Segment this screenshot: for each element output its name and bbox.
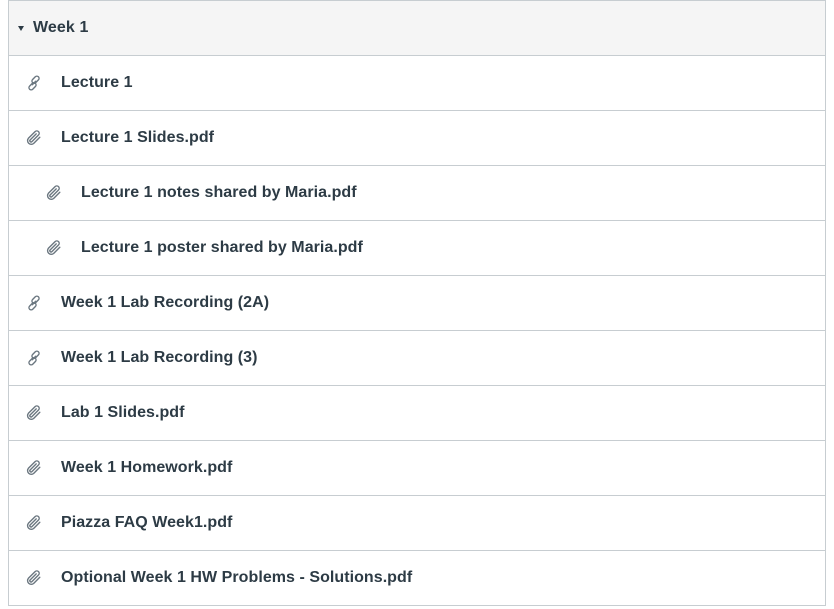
module-item[interactable]: Lab 1 Slides.pdf <box>9 386 825 441</box>
paperclip-icon <box>25 459 43 477</box>
module-item-link[interactable]: Week 1 Homework.pdf <box>61 459 232 477</box>
paperclip-icon <box>45 239 63 257</box>
paperclip-icon <box>25 514 43 532</box>
module-item-link[interactable]: Lab 1 Slides.pdf <box>61 404 185 422</box>
link-icon <box>25 74 43 92</box>
module-item-link[interactable]: Week 1 Lab Recording (2A) <box>61 294 269 312</box>
module-item-link[interactable]: Piazza FAQ Week1.pdf <box>61 514 232 532</box>
paperclip-icon <box>25 569 43 587</box>
paperclip-icon <box>45 184 63 202</box>
module-item-link[interactable]: Lecture 1 notes shared by Maria.pdf <box>81 184 357 202</box>
module-item[interactable]: Week 1 Lab Recording (2A) <box>9 276 825 331</box>
module-item[interactable]: Lecture 1 poster shared by Maria.pdf <box>9 221 825 276</box>
module-item[interactable]: Lecture 1 notes shared by Maria.pdf <box>9 166 825 221</box>
module-title: Week 1 <box>33 19 89 36</box>
module-item-link[interactable]: Lecture 1 poster shared by Maria.pdf <box>81 239 363 257</box>
module-week-1: Week 1 Lecture 1 Lecture 1 Slides.pdf Le… <box>8 0 826 606</box>
module-item-link[interactable]: Optional Week 1 HW Problems - Solutions.… <box>61 569 412 587</box>
link-icon <box>25 349 43 367</box>
module-item[interactable]: Piazza FAQ Week1.pdf <box>9 496 825 551</box>
module-item[interactable]: Week 1 Lab Recording (3) <box>9 331 825 386</box>
link-icon <box>25 294 43 312</box>
module-header[interactable]: Week 1 <box>9 1 825 56</box>
module-item-link[interactable]: Lecture 1 <box>61 74 133 92</box>
module-item-link[interactable]: Lecture 1 Slides.pdf <box>61 129 214 147</box>
module-item[interactable]: Lecture 1 <box>9 56 825 111</box>
module-item[interactable]: Week 1 Homework.pdf <box>9 441 825 496</box>
module-item[interactable]: Optional Week 1 HW Problems - Solutions.… <box>9 551 825 606</box>
paperclip-icon <box>25 129 43 147</box>
paperclip-icon <box>25 404 43 422</box>
module-item-link[interactable]: Week 1 Lab Recording (3) <box>61 349 258 367</box>
module-item[interactable]: Lecture 1 Slides.pdf <box>9 111 825 166</box>
caret-down-icon[interactable] <box>18 26 24 31</box>
